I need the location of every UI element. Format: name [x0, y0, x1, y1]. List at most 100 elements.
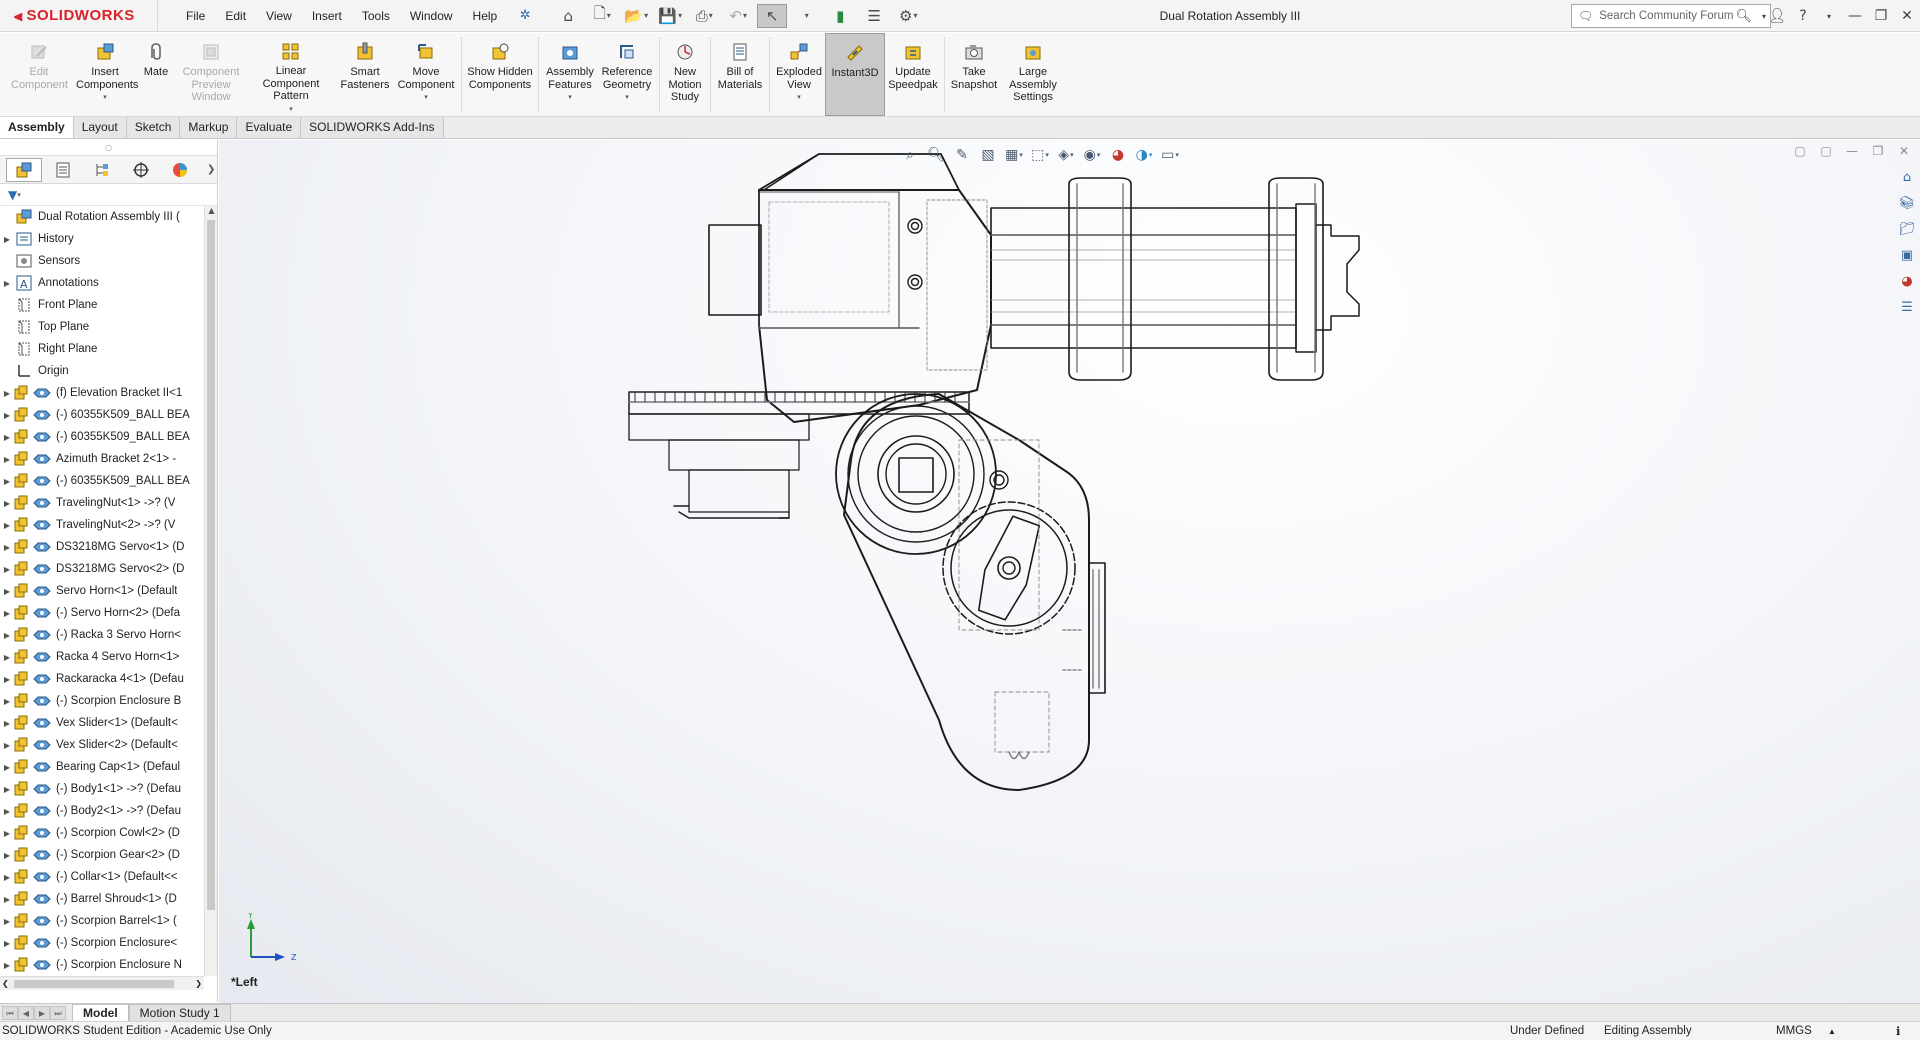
- undo-icon[interactable]: ↶ ▾: [723, 4, 753, 28]
- tree-filter[interactable]: ▼︎ ▾: [0, 184, 217, 206]
- expand-arrow-icon[interactable]: ▶: [0, 411, 14, 420]
- zoom-to-area-icon[interactable]: 🔍︎: [925, 144, 947, 166]
- menu-edit[interactable]: Edit: [215, 0, 256, 32]
- mate-button[interactable]: Mate: [136, 33, 176, 116]
- tab-motion-study-1[interactable]: Motion Study 1: [128, 1003, 231, 1022]
- chevron-down-icon[interactable]: ▾: [568, 92, 572, 105]
- tree-item[interactable]: ▶ (-) 60355K509_BALL BEA: [0, 470, 204, 492]
- next-tab-icon[interactable]: ▶: [34, 1005, 50, 1020]
- tree-item[interactable]: ▶ (-) Collar<1> (Default<<: [0, 866, 204, 888]
- expand-arrow-icon[interactable]: ▶: [0, 279, 14, 288]
- dynamic-annotation-icon[interactable]: ▦ ▾: [1003, 144, 1025, 166]
- search-input[interactable]: Search Community Forum: [1599, 10, 1733, 22]
- file-properties-icon[interactable]: ☰: [859, 4, 889, 28]
- property-manager-tab-icon[interactable]: [45, 158, 81, 182]
- assembly-features-button[interactable]: Assembly Features ▾: [542, 33, 598, 116]
- tree-item[interactable]: ▶ Vex Slider<2> (Default<: [0, 734, 204, 756]
- viewport-close-icon[interactable]: ✕: [1896, 144, 1912, 158]
- tree-item[interactable]: ▶ Vex Slider<1> (Default<: [0, 712, 204, 734]
- new-document-icon[interactable]: 🗋 ▾: [587, 4, 617, 28]
- tree-item[interactable]: ▶ (-) Body2<1> ->? (Defau: [0, 800, 204, 822]
- expand-arrow-icon[interactable]: ▶: [0, 631, 14, 640]
- tree-item[interactable]: ▶ A Annotations: [0, 272, 204, 294]
- home-icon[interactable]: ⌂: [553, 4, 583, 28]
- view-settings-icon[interactable]: ▭ ▾: [1159, 144, 1181, 166]
- tab-assembly[interactable]: Assembly: [0, 117, 74, 138]
- expand-arrow-icon[interactable]: ▶: [0, 917, 14, 926]
- help-icon[interactable]: ?: [1790, 8, 1816, 24]
- scroll-up-icon[interactable]: ▲: [205, 206, 218, 215]
- scroll-left-icon[interactable]: ❮: [2, 977, 9, 991]
- edit-component-button[interactable]: Edit Component: [4, 33, 74, 116]
- show-hidden-components-button[interactable]: Show Hidden Components: [465, 33, 535, 116]
- print-icon[interactable]: ⎙ ▾: [689, 4, 719, 28]
- exploded-view-button[interactable]: Exploded View ▾: [773, 33, 825, 116]
- move-component-button[interactable]: Move Component ▾: [394, 33, 458, 116]
- hscroll-thumb[interactable]: [14, 980, 174, 988]
- tree-horizontal-scrollbar[interactable]: ❮ ❯: [0, 976, 204, 990]
- menu-window[interactable]: Window: [400, 0, 463, 32]
- solidworks-logo[interactable]: ⫷ SOLIDWORKS: [0, 0, 158, 32]
- chevron-down-icon[interactable]: ▾: [797, 92, 801, 105]
- scroll-thumb[interactable]: [207, 220, 215, 910]
- select-dropdown-icon[interactable]: ▾: [791, 4, 821, 28]
- expand-arrow-icon[interactable]: ▶: [0, 807, 14, 816]
- tree-item[interactable]: ▶ DS3218MG Servo<2> (D: [0, 558, 204, 580]
- reference-geometry-button[interactable]: Reference Geometry ▾: [598, 33, 656, 116]
- tree-item[interactable]: Origin: [0, 360, 204, 382]
- close-icon[interactable]: ✕: [1894, 8, 1920, 24]
- tree-item[interactable]: ▶ DS3218MG Servo<1> (D: [0, 536, 204, 558]
- expand-arrow-icon[interactable]: ▶: [0, 851, 14, 860]
- instant3d-button[interactable]: Instant3D: [825, 33, 885, 116]
- pin-icon[interactable]: ✲: [515, 6, 535, 26]
- expand-arrow-icon[interactable]: ▶: [0, 961, 14, 970]
- scroll-right-icon[interactable]: ❯: [195, 977, 202, 991]
- solidworks-resources-icon[interactable]: ⌂: [1896, 166, 1918, 188]
- tree-item[interactable]: ▶ TravelingNut<1> ->? (V: [0, 492, 204, 514]
- configuration-manager-tab-icon[interactable]: [84, 158, 120, 182]
- take-snapshot-button[interactable]: Take Snapshot: [948, 33, 1000, 116]
- menu-tools[interactable]: Tools: [352, 0, 400, 32]
- expand-arrow-icon[interactable]: ▶: [0, 609, 14, 618]
- menu-help[interactable]: Help: [463, 0, 508, 32]
- file-explorer-icon[interactable]: 📁︎: [1896, 218, 1918, 240]
- panel-grip[interactable]: ○: [0, 140, 217, 156]
- expand-arrow-icon[interactable]: ▶: [0, 719, 14, 728]
- section-view-icon[interactable]: ▧: [977, 144, 999, 166]
- search-community-box[interactable]: 🗨 Search Community Forum 🔍︎ ▾: [1571, 4, 1771, 28]
- viewport-minimize-icon[interactable]: —: [1844, 144, 1860, 158]
- tree-item[interactable]: ▶ (-) 60355K509_BALL BEA: [0, 404, 204, 426]
- tree-item[interactable]: ▶ Servo Horn<1> (Default: [0, 580, 204, 602]
- edit-appearance-icon[interactable]: ◕: [1107, 144, 1129, 166]
- tab-markup[interactable]: Markup: [180, 117, 238, 138]
- rebuild-icon[interactable]: ▮: [825, 4, 855, 28]
- design-library-icon[interactable]: 📚︎: [1896, 192, 1918, 214]
- select-cursor-icon[interactable]: ↖: [757, 3, 788, 28]
- menu-file[interactable]: File: [176, 0, 215, 32]
- new-motion-study-button[interactable]: New Motion Study: [663, 33, 707, 116]
- expand-arrow-icon[interactable]: ▶: [0, 873, 14, 882]
- display-style-icon[interactable]: ◈ ▾: [1055, 144, 1077, 166]
- linear-component-pattern-button[interactable]: Linear Component Pattern ▾: [246, 33, 336, 116]
- expand-arrow-icon[interactable]: ▶: [0, 785, 14, 794]
- tree-item[interactable]: ▶ TravelingNut<2> ->? (V: [0, 514, 204, 536]
- tree-item[interactable]: ▶ Azimuth Bracket 2<1> -: [0, 448, 204, 470]
- tree-item[interactable]: ▶ History: [0, 228, 204, 250]
- zoom-to-fit-icon[interactable]: ⌕: [899, 144, 921, 166]
- expand-arrow-icon[interactable]: ▶: [0, 895, 14, 904]
- save-icon[interactable]: 💾 ▾: [655, 4, 685, 28]
- tree-item[interactable]: ▶ (-) Racka 3 Servo Horn<: [0, 624, 204, 646]
- minimize-icon[interactable]: —: [1842, 8, 1868, 24]
- tree-item[interactable]: Top Plane: [0, 316, 204, 338]
- expand-arrow-icon[interactable]: ▶: [0, 455, 14, 464]
- expand-arrow-icon[interactable]: ▶: [0, 389, 14, 398]
- chevron-right-icon[interactable]: ❯: [207, 164, 215, 175]
- tab-evaluate[interactable]: Evaluate: [237, 117, 302, 138]
- bill-of-materials-button[interactable]: Bill of Materials: [714, 33, 766, 116]
- display-manager-tab-icon[interactable]: [162, 158, 198, 182]
- tree-item[interactable]: ▶ (-) Body1<1> ->? (Defau: [0, 778, 204, 800]
- expand-arrow-icon[interactable]: ▶: [0, 587, 14, 596]
- tree-item[interactable]: ▶ Rackaracka 4<1> (Defau: [0, 668, 204, 690]
- prev-tab-icon[interactable]: ◀: [18, 1005, 34, 1020]
- feature-manager-tab-icon[interactable]: [6, 157, 42, 182]
